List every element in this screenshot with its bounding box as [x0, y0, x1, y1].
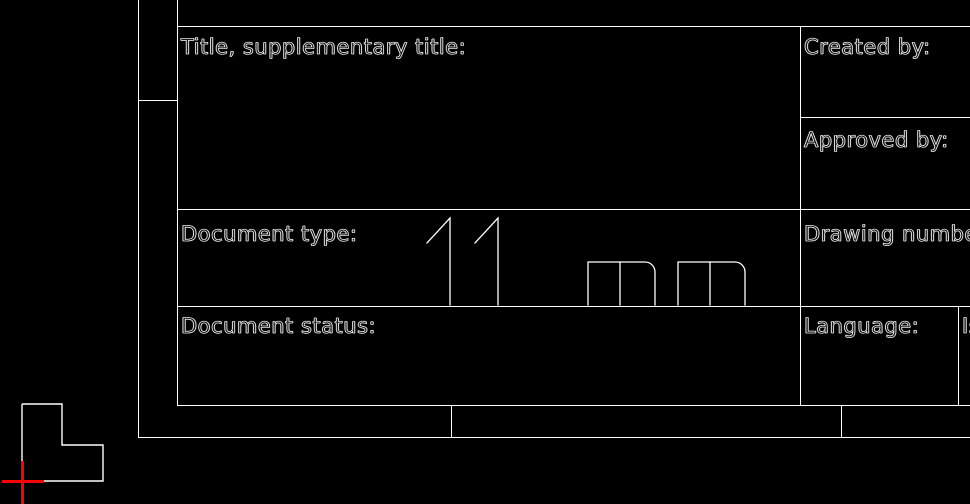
geometry-layer [0, 216, 746, 504]
lower-strip-divider-2 [841, 405, 842, 438]
outer-frame-bottom [138, 437, 970, 438]
right-column-divider [800, 26, 801, 406]
glyph-m-first-left [587, 261, 621, 306]
cad-drawing-canvas[interactable]: Title, supplementary title: Document typ… [0, 0, 970, 504]
issue-column-divider [958, 306, 959, 406]
lower-strip-divider-1 [451, 405, 452, 438]
table-left-edge [177, 0, 178, 406]
field-label-drawing-number[interactable]: Drawing number [804, 223, 970, 245]
field-label-title[interactable]: Title, supplementary title: [181, 36, 466, 58]
field-label-approved-by[interactable]: Approved by: [804, 129, 949, 151]
glyph-m-first-right [619, 261, 656, 306]
l-shaped-profile [22, 404, 103, 481]
annotation-11mm [426, 216, 746, 306]
field-label-document-type[interactable]: Document type: [181, 223, 358, 245]
field-label-language[interactable]: Language: [804, 315, 919, 337]
field-label-created-by[interactable]: Created by: [804, 36, 931, 58]
field-label-issue[interactable]: Is [962, 315, 970, 337]
glyph-one-second [474, 216, 499, 306]
row-doctype-top [177, 209, 970, 210]
ucs-vertical-arm [21, 461, 24, 504]
outer-frame-left [138, 0, 139, 438]
field-label-document-status[interactable]: Document status: [181, 315, 376, 337]
notch-tick [138, 100, 177, 101]
created-approved-split [800, 117, 970, 118]
row-docstatus-top [177, 306, 970, 307]
table-bottom-edge [177, 405, 970, 406]
glyph-m-second-left [677, 261, 711, 306]
table-top-edge [177, 26, 970, 27]
glyph-m-second-right [709, 261, 746, 306]
glyph-one-first [426, 216, 451, 306]
